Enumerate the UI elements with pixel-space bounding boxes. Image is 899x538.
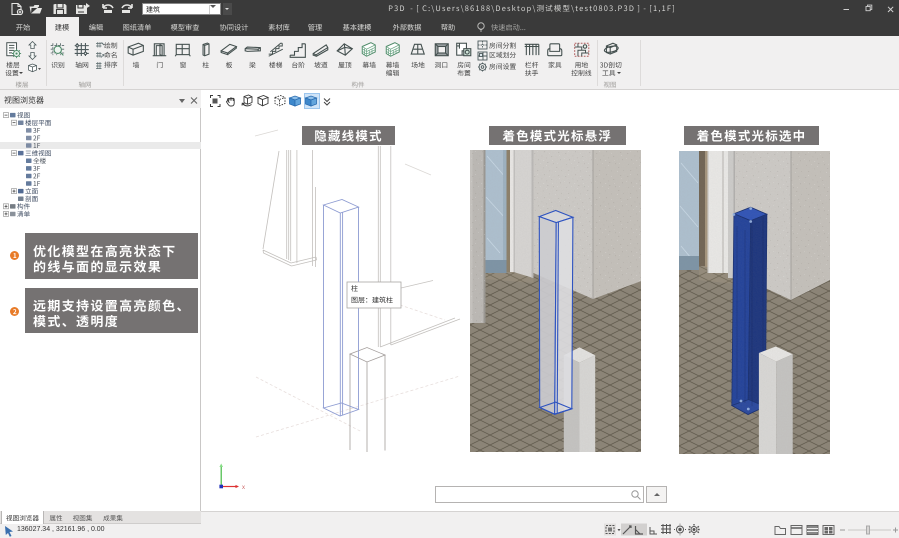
svg-text:x: x: [242, 485, 245, 491]
